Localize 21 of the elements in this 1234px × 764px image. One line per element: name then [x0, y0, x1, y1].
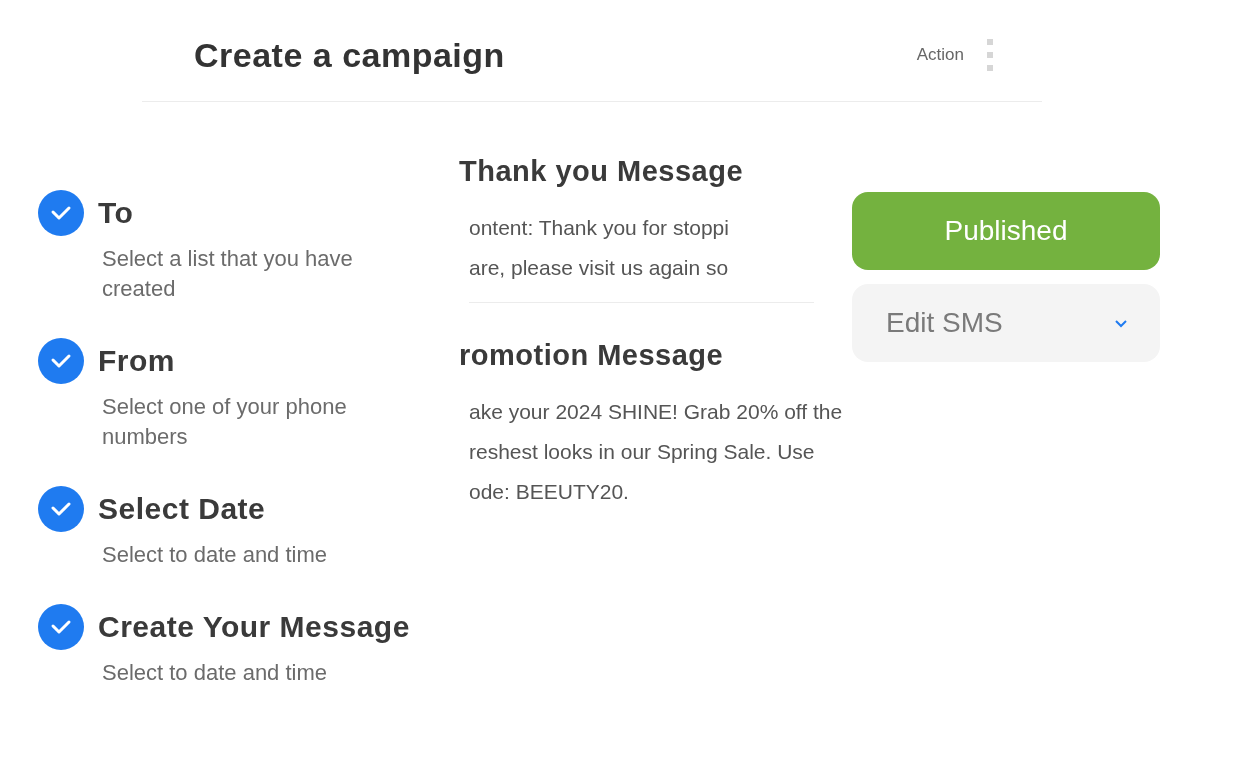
step-description: Select to date and time [102, 541, 329, 569]
edit-sms-dropdown[interactable]: Edit SMS [852, 284, 1160, 362]
message-title: romotion Message [459, 338, 725, 373]
action-label: Action [916, 45, 964, 65]
step-description: Select to date and time [102, 659, 329, 687]
step-title: Create Your Message [98, 610, 410, 644]
step-title: Select Date [98, 492, 266, 526]
step-description: Select one of your phone numbers [102, 393, 348, 451]
step-title: To [98, 196, 134, 230]
message-text: reshest looks in our Spring Sale. Use [469, 439, 816, 465]
message-title: Thank you Message [459, 154, 745, 189]
message-text: ake your 2024 SHINE! Grab 20% off the [469, 399, 844, 425]
chevron-down-icon [1114, 318, 1128, 328]
page-title: Create a campaign [194, 35, 506, 76]
step-description: Select a list that you have created [102, 245, 354, 303]
step-title: From [98, 344, 175, 378]
more-icon[interactable] [986, 37, 994, 73]
message-text: ontent: Thank you for stoppi [469, 215, 730, 241]
published-button[interactable]: Published [852, 192, 1160, 270]
message-text: are, please visit us again so [469, 255, 730, 281]
message-text: ode: BEEUTY20. [469, 479, 630, 505]
